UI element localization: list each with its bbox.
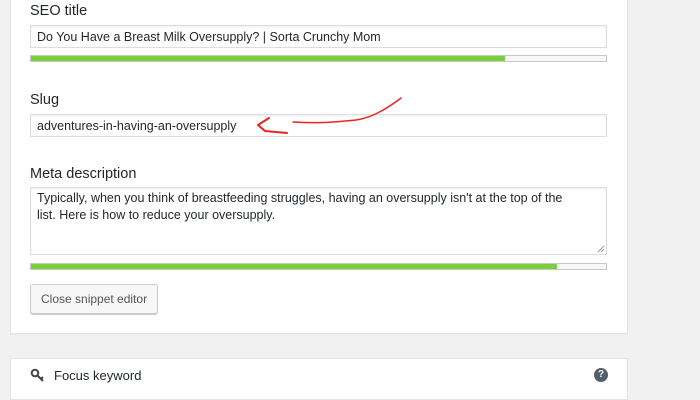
- seo-title-progress-bar: [30, 55, 607, 62]
- meta-description-progress-bar: [30, 263, 607, 270]
- seo-title-input[interactable]: Do You Have a Breast Milk Oversupply? | …: [30, 25, 607, 48]
- key-icon: [30, 368, 44, 382]
- meta-description-progress-fill: [31, 264, 558, 269]
- meta-description-label: Meta description: [30, 166, 137, 182]
- meta-description-text: Typically, when you think of breastfeedi…: [37, 191, 563, 222]
- focus-keyword-label: Focus keyword: [54, 368, 142, 383]
- meta-description-textarea[interactable]: Typically, when you think of breastfeedi…: [30, 187, 607, 255]
- question-circle-icon[interactable]: ?: [594, 368, 608, 382]
- resize-handle-icon[interactable]: [597, 245, 605, 253]
- slug-label: Slug: [30, 92, 60, 108]
- close-snippet-editor-button[interactable]: Close snippet editor: [30, 284, 159, 314]
- slug-input[interactable]: adventures-in-having-an-oversupply: [30, 114, 607, 137]
- seo-title-label: SEO title: [30, 3, 88, 19]
- seo-title-progress-fill: [31, 56, 506, 61]
